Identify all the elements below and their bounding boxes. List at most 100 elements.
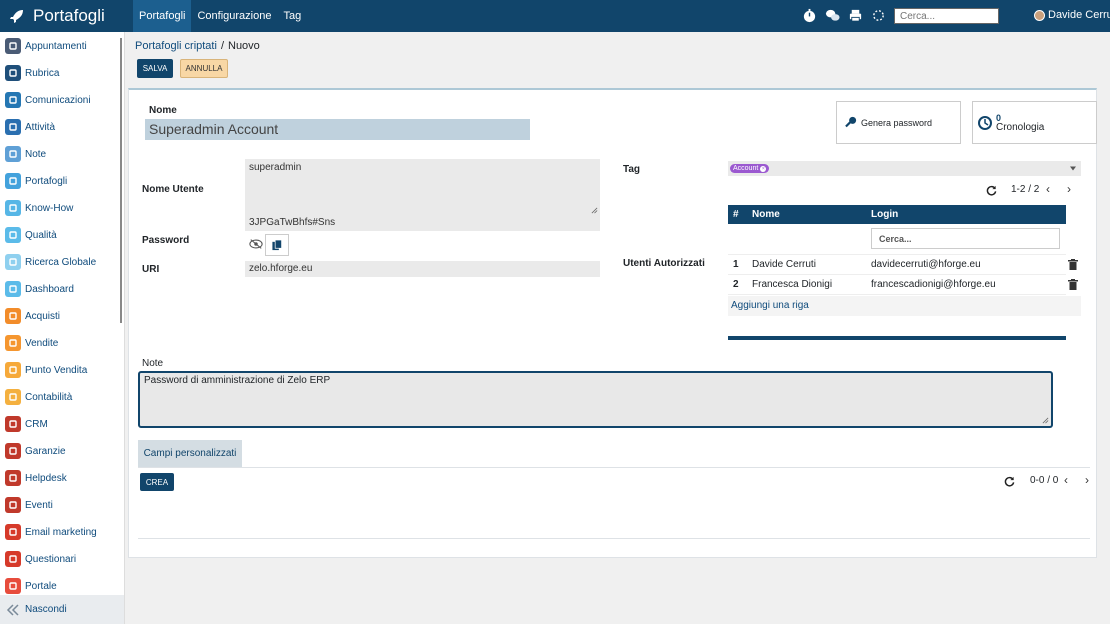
sidebar-item-portale[interactable]: Portale: [5, 577, 57, 595]
sidebar-item-questionari[interactable]: Questionari: [5, 550, 76, 568]
row-login: francescadionigi@hforge.eu: [866, 274, 1066, 295]
col-header-num[interactable]: #: [728, 205, 747, 224]
sidebar-item-label: CRM: [25, 418, 48, 430]
sidebar-item-portafogli[interactable]: Portafogli: [5, 172, 67, 190]
create-button[interactable]: CREA: [140, 473, 174, 491]
resize-handle-icon[interactable]: [1042, 417, 1049, 424]
eye-slash-icon[interactable]: [249, 238, 263, 250]
top-nav: Portafogli Configurazione Tag: [133, 0, 307, 32]
sidebar-item-eventi[interactable]: Eventi: [5, 496, 53, 514]
lightbulb-icon: [5, 200, 21, 216]
sidebar-item-punto-vendita[interactable]: Punto Vendita: [5, 361, 87, 379]
refresh-icon[interactable]: [1004, 476, 1015, 487]
notes-textarea[interactable]: Password di amministrazione di Zelo ERP: [138, 371, 1053, 428]
refresh-icon[interactable]: [986, 185, 997, 196]
table-row[interactable]: 1 Davide Cerruti davidecerruti@hforge.eu: [728, 254, 1066, 275]
resize-handle-icon[interactable]: [591, 207, 598, 214]
contacts-icon: [5, 65, 21, 81]
trash-icon[interactable]: [1068, 279, 1078, 290]
history-button[interactable]: 0 Cronologia: [972, 101, 1097, 144]
notes-label: Note: [142, 358, 164, 369]
pager-prev-icon[interactable]: ‹: [1064, 473, 1068, 487]
chart-icon: [5, 335, 21, 351]
row-login: davidecerruti@hforge.eu: [866, 254, 1066, 275]
row-num: 1: [728, 254, 747, 275]
history-count: 0: [996, 112, 1002, 123]
sidebar-item-garanzie[interactable]: Garanzie: [5, 442, 66, 460]
sidebar-item-qualit-[interactable]: Qualità: [5, 226, 57, 244]
col-header-login[interactable]: Login: [866, 205, 1066, 224]
breadcrumb: Portafogli criptati / Nuovo: [135, 40, 260, 52]
copy-password-button[interactable]: [265, 234, 289, 256]
sidebar-item-label: Know-How: [25, 202, 74, 214]
sidebar-item-label: Portafogli: [25, 175, 68, 187]
row-name: Francesca Dionigi: [747, 274, 866, 295]
sidebar-item-contabilit-[interactable]: Contabilità: [5, 388, 72, 406]
pager-prev-icon[interactable]: ‹: [1046, 182, 1050, 196]
nav-tag[interactable]: Tag: [277, 0, 307, 32]
sidebar-item-comunicazioni[interactable]: Comunicazioni: [5, 91, 91, 109]
sidebar-item-email-marketing[interactable]: Email marketing: [5, 523, 97, 541]
sidebar-hide-button[interactable]: Nascondi: [0, 595, 124, 624]
nav-configurazione[interactable]: Configurazione: [191, 0, 277, 32]
users-search-input[interactable]: Cerca...: [871, 228, 1060, 250]
tag-pill[interactable]: Account ×: [730, 164, 770, 173]
table-filter-row: Cerca...: [728, 224, 1066, 255]
calendar-icon: [5, 38, 21, 54]
uri-field[interactable]: zelo.hforge.eu: [245, 261, 600, 277]
sidebar-item-vendite[interactable]: Vendite: [5, 334, 58, 352]
breadcrumb-current: Nuovo: [228, 40, 260, 52]
discard-button[interactable]: ANNULLA: [180, 59, 228, 78]
add-row-link[interactable]: Aggiungi una riga: [728, 296, 1081, 316]
authorized-users-table: # Nome Login Cerca... 1 Davide Cerruti d…: [728, 205, 1066, 295]
username-field[interactable]: superadmin: [245, 159, 600, 216]
sidebar-item-crm[interactable]: CRM: [5, 415, 48, 433]
sidebar-item-dashboard[interactable]: Dashboard: [5, 280, 74, 298]
app-brand[interactable]: Portafogli: [0, 0, 125, 32]
password-value: 3JPGaTwBhfs#Sns: [249, 217, 336, 228]
sidebar-item-appuntamenti[interactable]: Appuntamenti: [5, 37, 87, 55]
sidebar-item-label: Vendite: [25, 337, 59, 349]
sidebar-item-label: Acquisti: [25, 310, 61, 322]
trash-icon[interactable]: [1068, 259, 1078, 270]
sidebar-item-note[interactable]: Note: [5, 145, 46, 163]
tag-remove-icon[interactable]: ×: [760, 165, 767, 172]
nav-portafogli[interactable]: Portafogli: [133, 0, 192, 32]
pager-next-icon[interactable]: ›: [1067, 182, 1071, 196]
sidebar: Appuntamenti Rubrica Comunicazioni Attività…: [0, 32, 125, 624]
user-menu[interactable]: Davide Cerruti: [1034, 9, 1110, 21]
save-button[interactable]: SALVA: [137, 59, 173, 78]
name-label: Nome: [149, 105, 177, 116]
cart-icon: [5, 308, 21, 324]
table-footer: [728, 336, 1066, 340]
printer-icon[interactable]: [848, 8, 863, 23]
sidebar-item-attivit-[interactable]: Attività: [5, 118, 55, 136]
timer-icon[interactable]: [802, 8, 817, 23]
sidebar-item-know-how[interactable]: Know-How: [5, 199, 73, 217]
password-field[interactable]: 3JPGaTwBhfs#Sns: [245, 216, 600, 231]
sidebar-scrollbar[interactable]: [120, 38, 122, 323]
sidebar-item-ricerca-globale[interactable]: Ricerca Globale: [5, 253, 96, 271]
username-label: Nome Utente: [142, 184, 204, 195]
ticket-icon: [5, 497, 21, 513]
messages-icon[interactable]: [825, 8, 840, 23]
pager-next-icon[interactable]: ›: [1085, 473, 1089, 487]
bottom-pager: 0-0 / 0: [1030, 475, 1059, 486]
sidebar-item-helpdesk[interactable]: Helpdesk: [5, 469, 67, 487]
sidebar-item-label: Attività: [25, 121, 56, 133]
breadcrumb-parent[interactable]: Portafogli criptati: [135, 40, 217, 52]
sidebar-item-label: Qualità: [25, 229, 57, 241]
name-field[interactable]: Superadmin Account: [145, 119, 530, 140]
col-header-name[interactable]: Nome: [747, 205, 866, 224]
user-name: Davide Cerruti: [1048, 9, 1110, 21]
custom-fields-tab[interactable]: Campi personalizzati: [138, 440, 242, 467]
sidebar-item-rubrica[interactable]: Rubrica: [5, 64, 59, 82]
tag-field[interactable]: Account ×: [728, 161, 1081, 176]
search-icon: [5, 254, 21, 270]
sidebar-item-acquisti[interactable]: Acquisti: [5, 307, 60, 325]
table-row[interactable]: 2 Francesca Dionigi francescadionigi@hfo…: [728, 274, 1066, 295]
generate-password-button[interactable]: Genera password: [836, 101, 961, 144]
top-search-input[interactable]: [894, 8, 999, 24]
form-sheet: Nome Superadmin Account Genera password …: [128, 88, 1097, 558]
sidebar-item-label: Dashboard: [25, 283, 74, 295]
